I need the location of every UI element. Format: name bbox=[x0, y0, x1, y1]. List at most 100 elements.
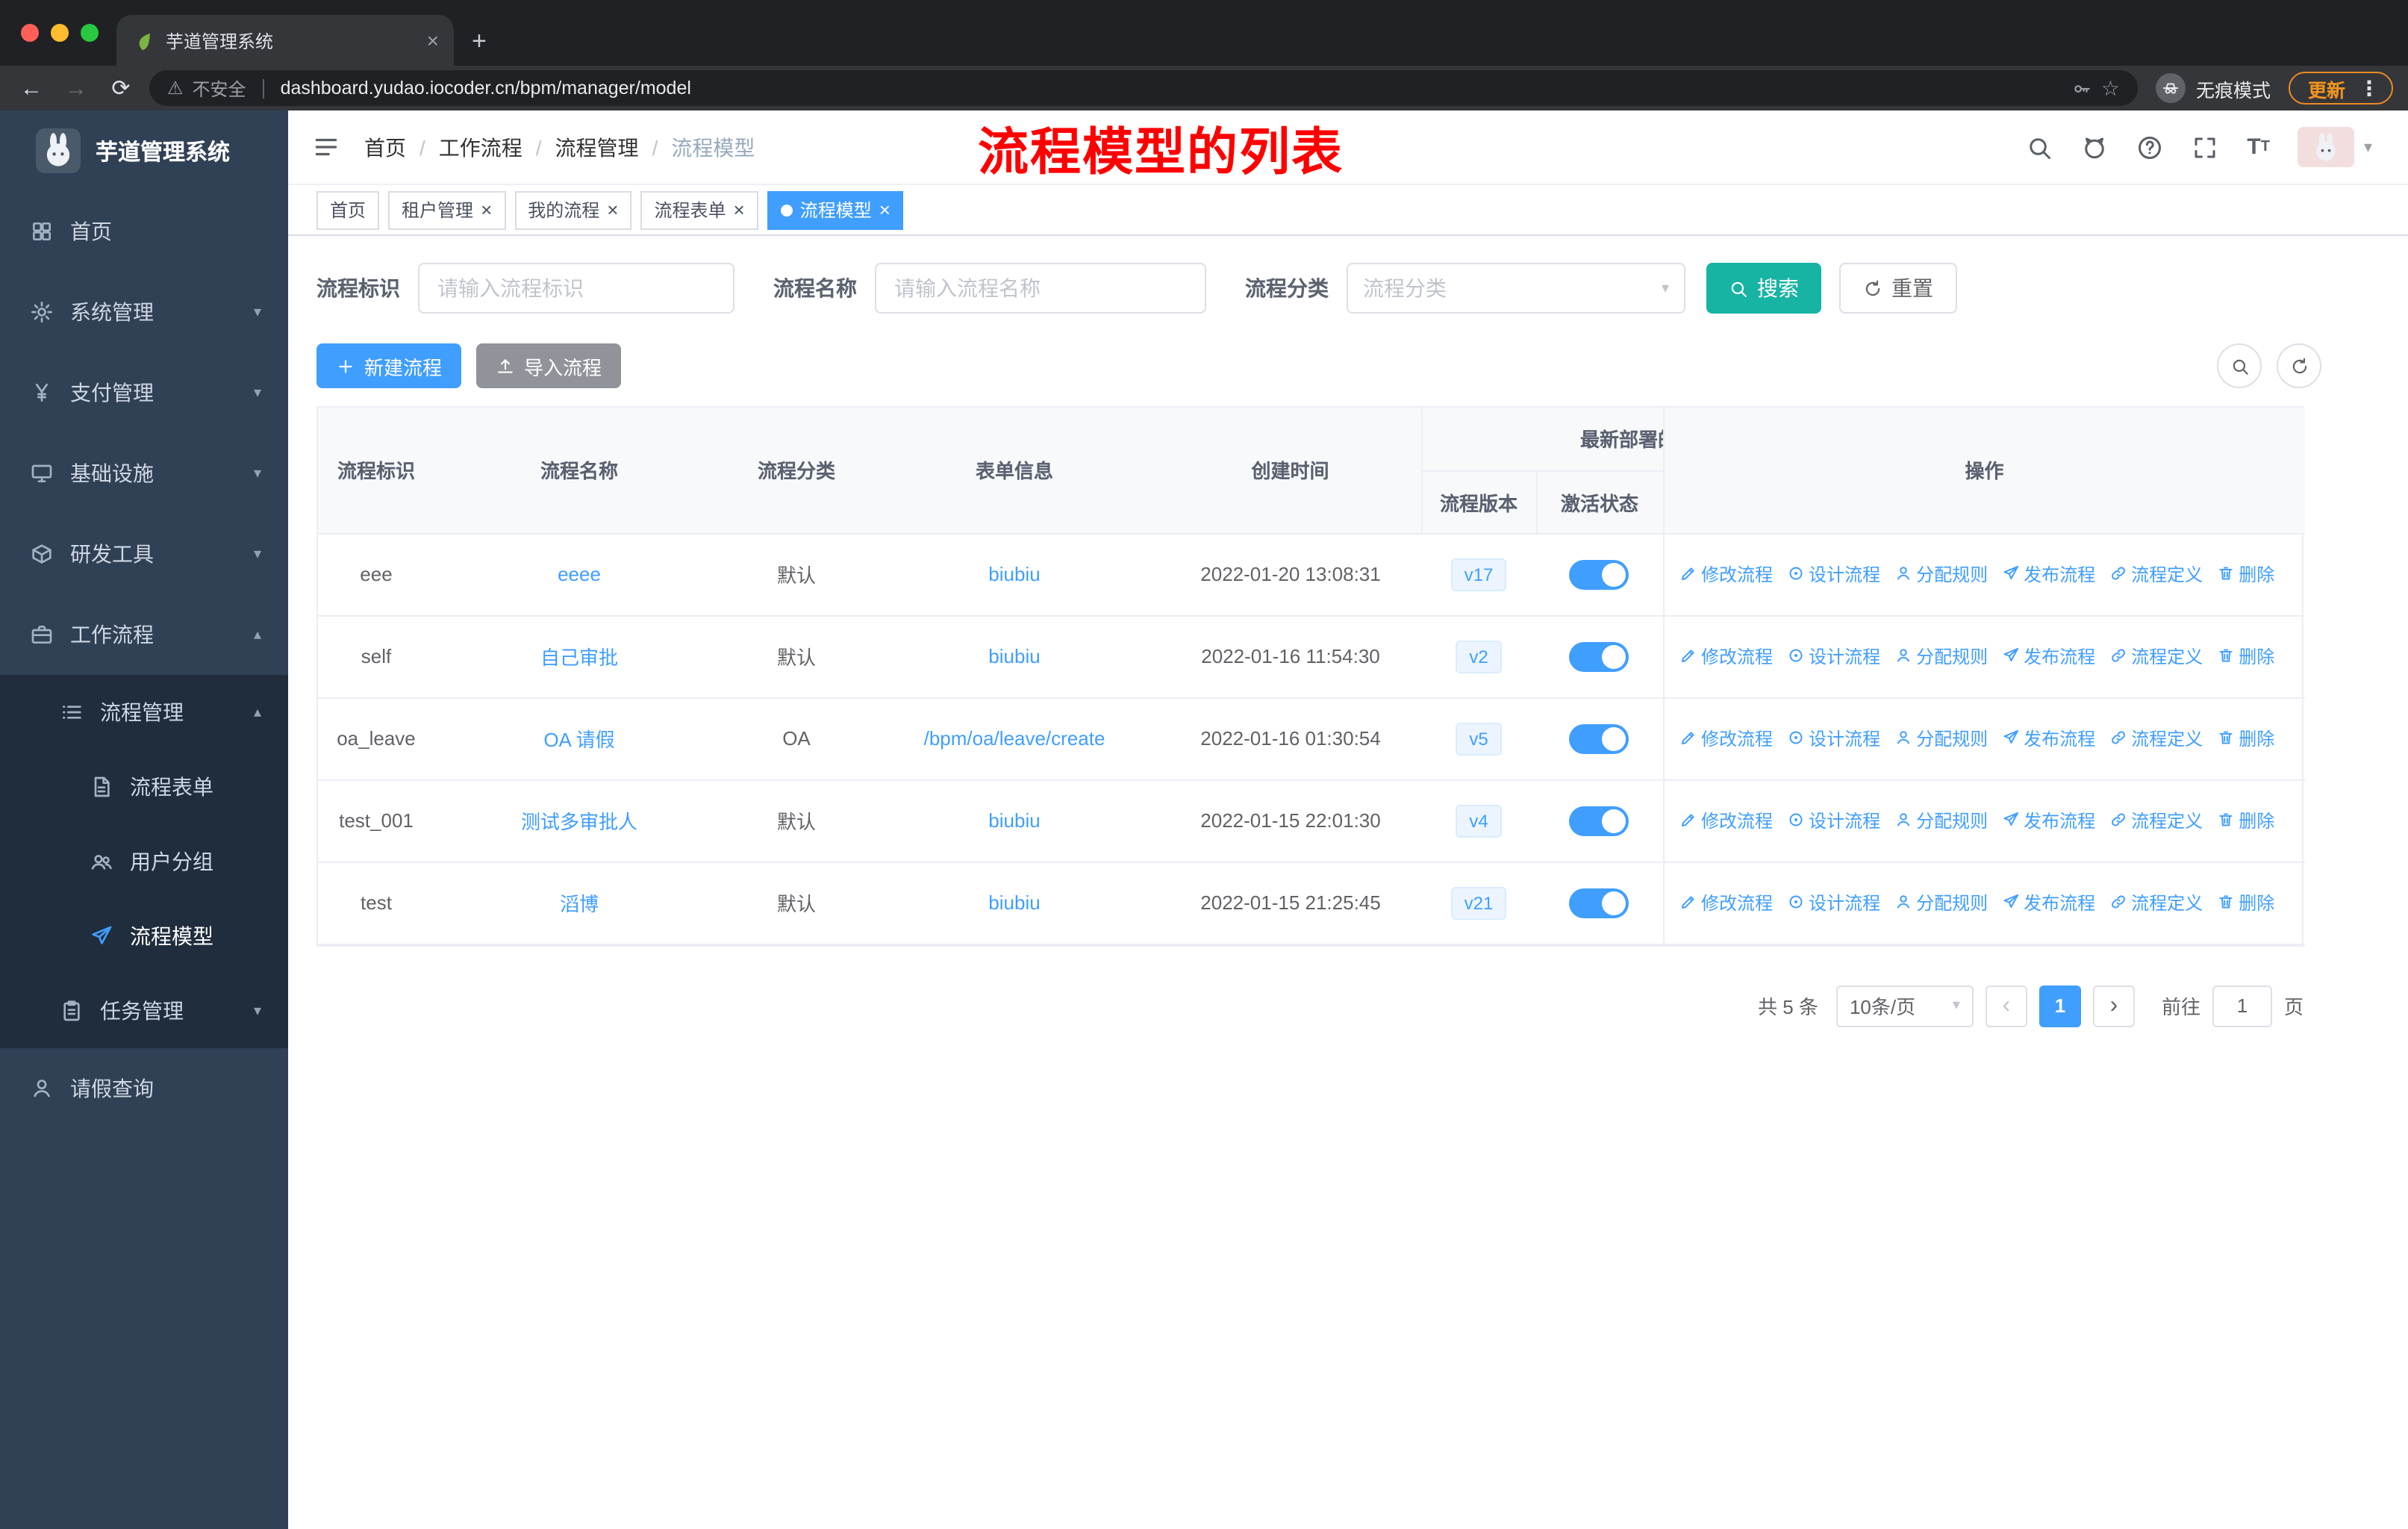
bookmark-star-icon[interactable]: ☆ bbox=[2101, 75, 2120, 101]
window-zoom-button[interactable] bbox=[81, 24, 99, 42]
op-definition-link[interactable]: 流程定义 bbox=[2109, 808, 2203, 833]
op-design-link[interactable]: 设计流程 bbox=[1786, 561, 1880, 587]
key-icon[interactable] bbox=[2073, 78, 2092, 98]
op-publish-link[interactable]: 发布流程 bbox=[2001, 726, 2095, 751]
search-button[interactable]: 搜索 bbox=[1706, 263, 1821, 314]
form-info-link[interactable]: biubiu bbox=[988, 891, 1040, 914]
sidebar-item-task-mgmt[interactable]: 任务管理 ▾ bbox=[0, 974, 288, 1048]
page-number-1[interactable]: 1 bbox=[2039, 985, 2081, 1027]
user-avatar[interactable]: ▾ bbox=[2298, 127, 2372, 167]
window-minimize-button[interactable] bbox=[51, 24, 69, 42]
process-name-link[interactable]: OA 请假 bbox=[543, 729, 614, 751]
sidebar-item-workflow[interactable]: 工作流程 ▴ bbox=[0, 594, 288, 675]
op-publish-link[interactable]: 发布流程 bbox=[2001, 644, 2095, 669]
op-modify-link[interactable]: 修改流程 bbox=[1679, 890, 1773, 915]
op-design-link[interactable]: 设计流程 bbox=[1786, 890, 1880, 915]
op-design-link[interactable]: 设计流程 bbox=[1786, 726, 1880, 751]
fullscreen-icon[interactable] bbox=[2192, 134, 2218, 161]
close-icon[interactable]: × bbox=[734, 200, 745, 219]
prev-page-button[interactable]: ‹ bbox=[1985, 985, 2027, 1027]
new-tab-button[interactable]: + bbox=[472, 27, 487, 57]
process-name-link[interactable]: 测试多审批人 bbox=[521, 811, 637, 833]
op-delete-link[interactable]: 删除 bbox=[2216, 726, 2274, 751]
process-name-link[interactable]: 滔博 bbox=[560, 893, 599, 915]
font-size-icon[interactable]: TT bbox=[2247, 134, 2270, 160]
reload-button[interactable]: ⟳ bbox=[105, 75, 137, 102]
op-assign-link[interactable]: 分配规则 bbox=[1894, 890, 1988, 915]
active-toggle[interactable] bbox=[1569, 559, 1629, 589]
security-label[interactable]: 不安全 bbox=[193, 75, 246, 101]
op-modify-link[interactable]: 修改流程 bbox=[1679, 726, 1773, 751]
goto-page-input[interactable] bbox=[2212, 985, 2272, 1027]
op-delete-link[interactable]: 删除 bbox=[2216, 890, 2274, 915]
page-size-select[interactable]: 10条/页 ▾ bbox=[1835, 985, 1974, 1027]
close-icon[interactable]: × bbox=[607, 200, 618, 219]
create-process-button[interactable]: 新建流程 bbox=[316, 343, 462, 388]
tag-process-model[interactable]: 流程模型 × bbox=[767, 190, 904, 229]
op-definition-link[interactable]: 流程定义 bbox=[2109, 726, 2203, 751]
op-publish-link[interactable]: 发布流程 bbox=[2001, 561, 2095, 587]
op-delete-link[interactable]: 删除 bbox=[2216, 808, 2274, 833]
category-select[interactable]: 流程分类 ▾ bbox=[1347, 263, 1685, 314]
sidebar-item-devtools[interactable]: 研发工具 ▾ bbox=[0, 514, 288, 594]
process-name-link[interactable]: 自己审批 bbox=[540, 647, 618, 669]
sidebar-item-user-group[interactable]: 用户分组 bbox=[0, 824, 288, 899]
process-name-link[interactable]: eeee bbox=[558, 563, 601, 585]
form-info-link[interactable]: biubiu bbox=[988, 563, 1040, 585]
address-bar[interactable]: ⚠ 不安全 dashboard.yudao.iocoder.cn/bpm/man… bbox=[149, 70, 2138, 106]
op-publish-link[interactable]: 发布流程 bbox=[2001, 808, 2095, 833]
browser-menu-icon[interactable]: ⋮ bbox=[2354, 75, 2384, 101]
op-modify-link[interactable]: 修改流程 bbox=[1679, 644, 1773, 669]
form-info-link[interactable]: biubiu bbox=[988, 645, 1040, 667]
breadcrumb-item[interactable]: 首页 bbox=[364, 132, 406, 162]
window-close-button[interactable] bbox=[21, 24, 39, 42]
op-modify-link[interactable]: 修改流程 bbox=[1679, 808, 1773, 833]
refresh-table-button[interactable] bbox=[2277, 343, 2321, 388]
tag-home[interactable]: 首页 bbox=[316, 190, 380, 229]
forward-button[interactable]: → bbox=[60, 75, 93, 101]
breadcrumb-item[interactable]: 流程管理 bbox=[555, 132, 639, 162]
url-text[interactable]: dashboard.yudao.iocoder.cn/bpm/manager/m… bbox=[281, 78, 691, 99]
sidebar-item-process-model[interactable]: 流程模型 bbox=[0, 899, 288, 974]
sidebar-item-infra[interactable]: 基础设施 ▾ bbox=[0, 433, 288, 514]
op-design-link[interactable]: 设计流程 bbox=[1786, 808, 1880, 833]
op-assign-link[interactable]: 分配规则 bbox=[1894, 644, 1988, 669]
back-button[interactable]: ← bbox=[15, 75, 48, 101]
toggle-search-button[interactable] bbox=[2217, 343, 2262, 388]
tag-tenant[interactable]: 租户管理 × bbox=[388, 190, 506, 229]
op-definition-link[interactable]: 流程定义 bbox=[2109, 561, 2203, 587]
form-info-link[interactable]: biubiu bbox=[988, 809, 1040, 832]
tab-close-icon[interactable]: × bbox=[427, 28, 439, 52]
close-icon[interactable]: × bbox=[481, 200, 492, 219]
op-definition-link[interactable]: 流程定义 bbox=[2109, 890, 2203, 915]
tag-my-process[interactable]: 我的流程 × bbox=[514, 190, 632, 229]
op-delete-link[interactable]: 删除 bbox=[2216, 644, 2274, 669]
process-name-input[interactable] bbox=[875, 263, 1206, 314]
op-modify-link[interactable]: 修改流程 bbox=[1679, 561, 1773, 587]
update-button[interactable]: 更新 ⋮ bbox=[2288, 72, 2393, 105]
op-delete-link[interactable]: 删除 bbox=[2216, 561, 2274, 587]
op-definition-link[interactable]: 流程定义 bbox=[2109, 644, 2203, 669]
op-assign-link[interactable]: 分配规则 bbox=[1894, 808, 1988, 833]
header-search-icon[interactable] bbox=[2026, 134, 2053, 161]
next-page-button[interactable]: › bbox=[2092, 985, 2135, 1027]
active-toggle[interactable] bbox=[1569, 723, 1629, 753]
active-toggle[interactable] bbox=[1569, 641, 1629, 671]
op-assign-link[interactable]: 分配规则 bbox=[1894, 561, 1988, 587]
hamburger-icon[interactable] bbox=[312, 133, 340, 161]
process-key-input[interactable] bbox=[418, 263, 734, 314]
op-publish-link[interactable]: 发布流程 bbox=[2001, 890, 2095, 915]
sidebar-item-leave-query[interactable]: 请假查询 bbox=[0, 1048, 288, 1129]
github-icon[interactable] bbox=[2081, 134, 2108, 161]
help-icon[interactable] bbox=[2136, 134, 2163, 161]
sidebar-item-process-form[interactable]: 流程表单 bbox=[0, 750, 288, 824]
op-assign-link[interactable]: 分配规则 bbox=[1894, 726, 1988, 751]
op-design-link[interactable]: 设计流程 bbox=[1786, 644, 1880, 669]
sidebar-item-payment[interactable]: 支付管理 ▾ bbox=[0, 352, 288, 433]
active-toggle[interactable] bbox=[1569, 888, 1629, 918]
form-info-link[interactable]: /bpm/oa/leave/create bbox=[924, 727, 1105, 750]
sidebar-item-process-mgmt[interactable]: 流程管理 ▴ bbox=[0, 675, 288, 750]
close-icon[interactable]: × bbox=[879, 200, 890, 219]
tag-process-form[interactable]: 流程表单 × bbox=[640, 190, 758, 229]
sidebar-item-system[interactable]: 系统管理 ▾ bbox=[0, 272, 288, 352]
